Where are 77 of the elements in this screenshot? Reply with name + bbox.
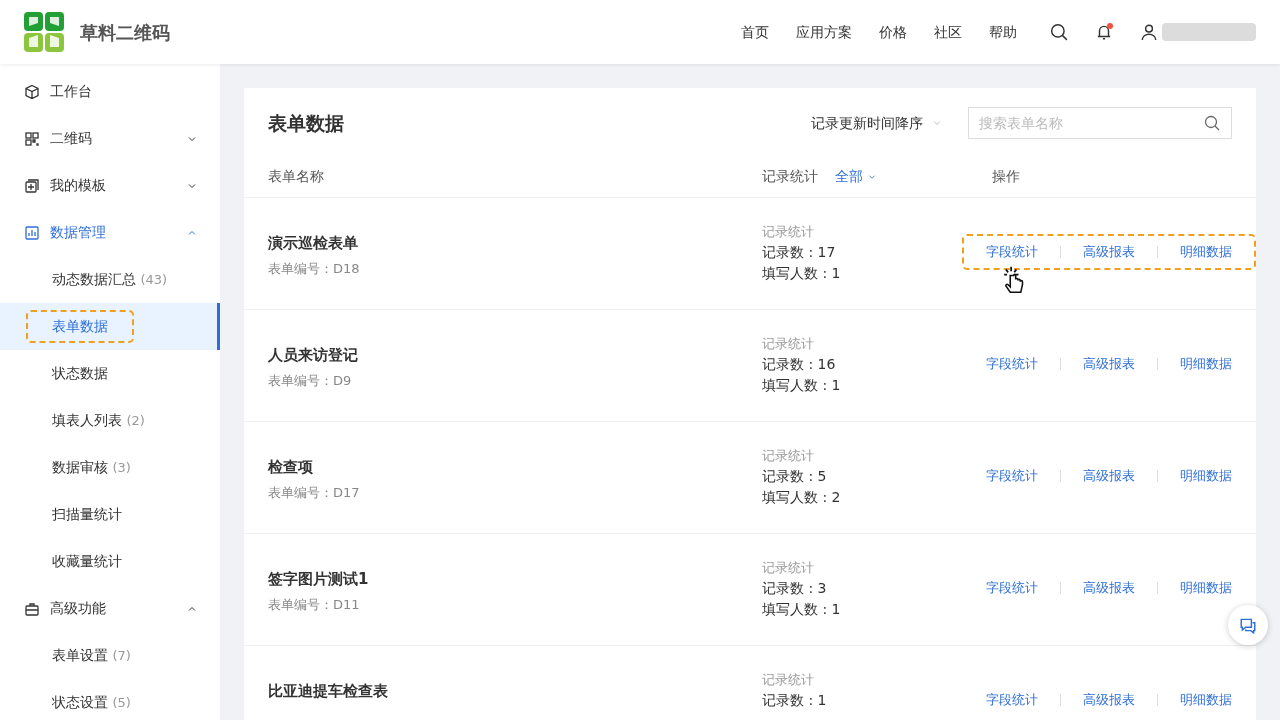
sidebar-item[interactable]: 高级功能 — [0, 585, 220, 632]
sidebar-subitem[interactable]: 状态设置 (5) — [26, 686, 157, 719]
form-code: 表单编号：D11 — [268, 595, 361, 614]
search-icon[interactable] — [1050, 23, 1068, 41]
column-header: 记录统计 — [762, 167, 818, 186]
form-name: 比亚迪提车检查表 — [268, 681, 389, 702]
logo-text: 草料二维码 — [80, 20, 170, 45]
sidebar-subitem[interactable]: 数据审核 (3) — [26, 451, 157, 484]
action-link[interactable]: 高级报表 — [1061, 578, 1157, 598]
sidebar-subitem[interactable]: 填表人列表 (2) — [26, 404, 171, 437]
sidebar-item[interactable]: 工作台 — [0, 68, 220, 115]
action-link[interactable]: 字段统计 — [964, 354, 1060, 374]
filler-count: 填写人数 : 1 — [762, 599, 842, 619]
form-name: 演示巡检表单 — [268, 233, 359, 254]
sort-dropdown[interactable]: 记录更新时间降序 — [810, 111, 944, 135]
record-count: 记录数 : 3 — [762, 578, 828, 598]
column-header: 表单名称 — [268, 167, 324, 186]
action-link[interactable]: 字段统计 — [964, 466, 1060, 486]
sidebar-subitem[interactable]: 表单数据 — [26, 310, 134, 343]
action-link[interactable]: 高级报表 — [1061, 354, 1157, 374]
logo-icon — [24, 12, 64, 52]
sidebar-subitem[interactable]: 扫描量统计 — [26, 498, 148, 531]
form-name: 签字图片测试1 — [268, 569, 370, 590]
filler-count: 填写人数 : 1 — [762, 263, 842, 283]
stats-label: 记录统计 — [762, 335, 815, 353]
form-name: 检查项 — [268, 457, 314, 478]
action-link[interactable]: 高级报表 — [1061, 242, 1157, 262]
search-field[interactable]: 搜索表单名称 — [968, 107, 1232, 139]
toolbox-icon — [24, 600, 40, 617]
stats-label: 记录统计 — [762, 559, 815, 577]
filter-dropdown[interactable]: 全部 — [834, 165, 878, 188]
form-code: 表单编号：D9 — [268, 371, 353, 390]
record-count: 记录数 : 1 — [762, 690, 828, 710]
action-link[interactable]: 字段统计 — [964, 242, 1060, 262]
nav-link[interactable]: 首页 — [741, 21, 769, 43]
action-link[interactable]: 明细数据 — [1158, 242, 1254, 262]
page-title: 表单数据 — [268, 110, 344, 136]
sidebar-item[interactable]: 我的模板 — [0, 162, 220, 209]
filler-count: 填写人数 : 1 — [762, 375, 842, 395]
action-link[interactable]: 明细数据 — [1158, 578, 1254, 598]
cube-icon — [24, 83, 40, 100]
column-header: 操作 — [992, 167, 1020, 186]
record-count: 记录数 : 5 — [762, 466, 828, 486]
nav-link[interactable]: 帮助 — [989, 21, 1017, 43]
action-link[interactable]: 字段统计 — [964, 578, 1060, 598]
sidebar-subitem[interactable]: 收藏量统计 — [26, 545, 148, 578]
sidebar-item[interactable]: 数据管理 — [0, 209, 220, 256]
search-icon — [1204, 115, 1220, 131]
bell-icon[interactable] — [1095, 23, 1113, 41]
record-count: 记录数 : 17 — [762, 242, 837, 262]
nav-link[interactable]: 应用方案 — [796, 21, 852, 43]
nav-link[interactable]: 社区 — [934, 21, 962, 43]
action-link[interactable]: 字段统计 — [964, 690, 1060, 710]
action-link[interactable]: 高级报表 — [1061, 690, 1157, 710]
action-link[interactable]: 明细数据 — [1158, 690, 1254, 710]
stats-label: 记录统计 — [762, 447, 815, 465]
chat-icon — [1239, 616, 1257, 634]
bar-chart-icon — [24, 224, 40, 241]
chat-button[interactable] — [1228, 605, 1268, 645]
filler-count: 填写人数 : 2 — [762, 487, 842, 507]
sidebar-subitem[interactable]: 表单设置 (7) — [26, 639, 157, 672]
qr-grid-icon — [24, 130, 40, 147]
stats-label: 记录统计 — [762, 671, 815, 689]
user-icon[interactable] — [1140, 23, 1158, 41]
template-icon — [24, 177, 40, 194]
sidebar-item[interactable]: 二维码 — [0, 115, 220, 162]
sidebar-subitem[interactable]: 状态数据 — [26, 357, 134, 390]
form-name: 人员来访登记 — [268, 345, 359, 366]
action-link[interactable]: 明细数据 — [1158, 354, 1254, 374]
record-count: 记录数 : 16 — [762, 354, 837, 374]
sidebar-subitem[interactable]: 动态数据汇总 (43) — [26, 263, 194, 296]
action-link[interactable]: 明细数据 — [1158, 466, 1254, 486]
nav-link[interactable]: 价格 — [879, 21, 907, 43]
action-link[interactable]: 高级报表 — [1061, 466, 1157, 486]
form-code: 表单编号：D17 — [268, 483, 361, 502]
form-code: 表单编号：D18 — [268, 259, 361, 278]
stats-label: 记录统计 — [762, 223, 815, 241]
